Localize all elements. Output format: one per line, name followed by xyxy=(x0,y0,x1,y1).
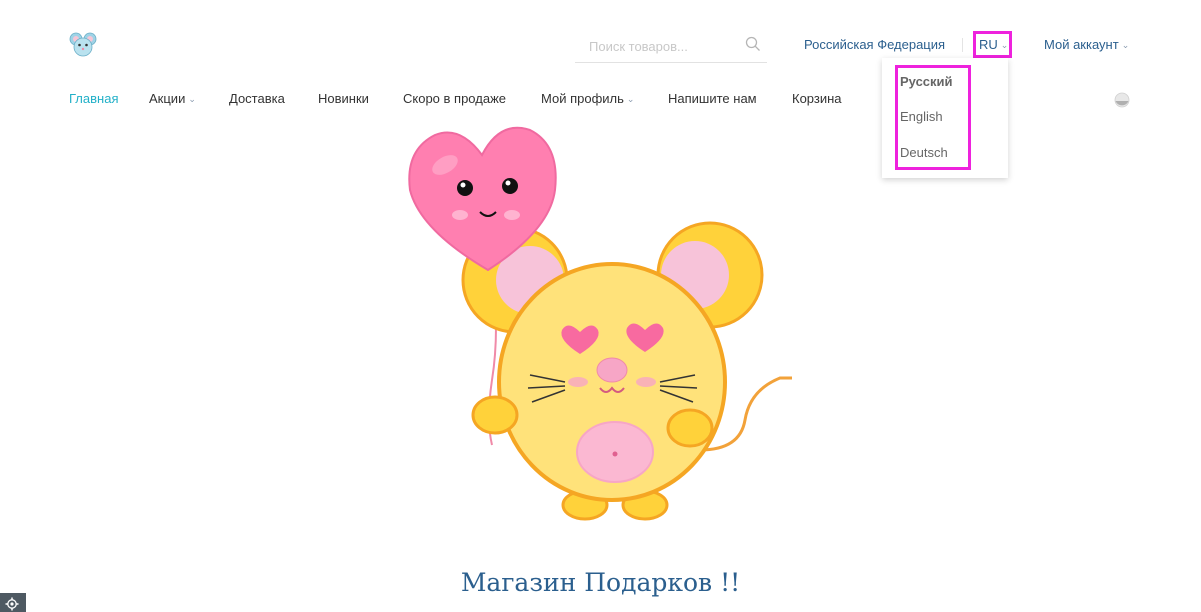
nav-item-home[interactable]: Главная xyxy=(69,91,118,106)
nav-item-new[interactable]: Новинки xyxy=(318,91,369,106)
chevron-down-icon: ⌄ xyxy=(626,94,635,104)
chevron-down-icon: ⌄ xyxy=(188,94,196,104)
language-selector[interactable]: RU ⌄ xyxy=(973,31,1012,58)
divider xyxy=(962,38,963,52)
account-menu[interactable]: Мой аккаунт ⌄ xyxy=(1044,37,1129,52)
chevron-down-icon: ⌄ xyxy=(1000,40,1009,50)
nav-item-profile[interactable]: Мой профиль ⌄ xyxy=(541,91,634,106)
site-logo[interactable] xyxy=(68,30,98,60)
search-icon[interactable] xyxy=(745,36,761,52)
page-title: Магазин Подарков !! xyxy=(460,568,741,597)
nav-item-contact[interactable]: Напишите нам xyxy=(668,91,757,106)
nav-item-promotions[interactable]: Акции ⌄ xyxy=(149,91,196,106)
settings-button[interactable] xyxy=(0,593,26,612)
language-option-russian[interactable]: Русский xyxy=(900,74,953,89)
language-option-deutsch[interactable]: Deutsch xyxy=(900,145,948,160)
language-current: RU xyxy=(979,37,998,52)
nav-item-coming-soon[interactable]: Скоро в продаже xyxy=(403,91,506,106)
nav-item-label: Мой профиль xyxy=(541,91,624,106)
search-bar xyxy=(575,26,767,63)
region-link[interactable]: Российская Федерация xyxy=(804,37,945,52)
main-nav: Главная Акции ⌄ Доставка Новинки Скоро в … xyxy=(0,91,1201,109)
search-input[interactable] xyxy=(587,35,741,57)
language-option-english[interactable]: English xyxy=(900,109,943,124)
hero-illustration xyxy=(400,120,800,530)
account-label: Мой аккаунт xyxy=(1044,37,1119,52)
chevron-down-icon: ⌄ xyxy=(1121,40,1130,50)
theme-toggle-icon[interactable] xyxy=(1114,92,1130,108)
nav-item-delivery[interactable]: Доставка xyxy=(229,91,285,106)
nav-item-label: Акции xyxy=(149,91,186,106)
language-dropdown: Русский English Deutsch xyxy=(882,58,1008,178)
nav-item-cart[interactable]: Корзина xyxy=(792,91,842,106)
